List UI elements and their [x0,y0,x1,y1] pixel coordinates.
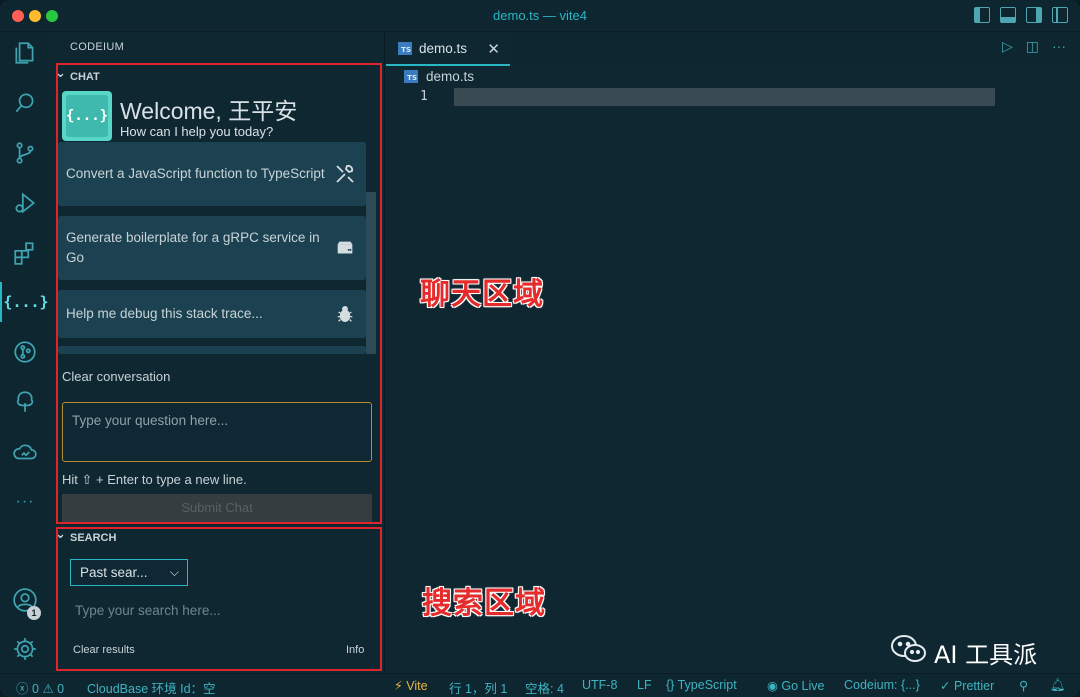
toggle-secondary-sidebar-icon[interactable] [1026,7,1042,23]
sidebar-title: CODEIUM [70,41,125,53]
status-bar: ⓧ 0 ⚠ 0 CloudBase 环境 Id：空 ⚡ Vite 行 1，列 1… [0,673,1080,697]
braces-icon: {} [666,678,675,692]
git-graph-icon[interactable] [0,332,50,372]
go-live-label: Go Live [781,679,825,693]
run-debug-icon[interactable] [0,183,50,223]
lightning-icon: ⚡ [394,679,403,693]
run-icon[interactable]: ▷ [1002,38,1013,55]
prettier-status[interactable]: ✓ Prettier [940,678,994,693]
explorer-icon[interactable] [0,33,50,73]
chat-area-annotation: 聊天区域 [420,277,544,312]
cloudbase-status[interactable]: CloudBase 环境 Id：空 [87,678,216,697]
error-icon: ⓧ [16,682,29,696]
search-area-annotation: 搜索区域 [422,586,546,621]
warning-count: 0 [57,682,65,696]
extensions-icon[interactable] [0,233,50,273]
language-label: TypeScript [677,678,737,692]
eol-status[interactable]: LF [637,678,652,692]
vite-status[interactable]: ⚡ Vite [394,678,428,693]
codeium-status[interactable]: Codeium: {...} [844,678,920,692]
editor-area: TS demo.ts ✕ ▷ ◫ ··· TS demo.ts 1 聊天区域 搜… [386,32,1080,673]
editor-tab-bar: TS demo.ts ✕ ▷ ◫ ··· [386,32,1080,66]
source-control-icon[interactable] [0,133,50,173]
more-icon[interactable]: ··· [0,482,50,522]
indentation-status[interactable]: 空格: 4 [525,678,564,697]
more-actions-icon[interactable]: ··· [1052,38,1066,55]
title-bar: demo.ts — vite4 [0,0,1080,32]
encoding-status[interactable]: UTF-8 [582,678,617,692]
watermark: AI 工具派 [890,634,1037,670]
notifications-bell-icon[interactable]: 🔔︎ [1050,678,1066,693]
tree-icon[interactable] [0,382,50,422]
settings-gear-icon[interactable] [0,629,50,669]
chat-area-highlight [56,63,382,524]
watermark-text: AI 工具派 [934,640,1038,669]
typescript-file-icon: TS [398,41,412,55]
error-count: 0 [32,682,39,696]
tab-demo-ts[interactable]: TS demo.ts ✕ [386,32,510,66]
toggle-panel-icon[interactable] [1000,7,1016,23]
account-icon[interactable]: 1 [0,580,50,620]
prettier-label: Prettier [953,679,995,693]
split-editor-icon[interactable]: ◫ [1026,38,1039,55]
search-icon[interactable] [0,83,50,123]
breadcrumb: TS demo.ts [404,69,474,84]
breadcrumb-file[interactable]: demo.ts [426,69,474,84]
customize-layout-icon[interactable] [1052,7,1068,23]
tab-label: demo.ts [419,40,468,56]
line-number: 1 [420,89,428,104]
language-mode[interactable]: {} TypeScript [666,678,737,692]
codeium-sidebar: CODEIUM CHAT {...} Welcome, 王平安 How can … [50,32,385,673]
broadcast-icon: ◉ [767,679,778,693]
window-title: demo.ts — vite4 [493,8,587,23]
activity-bar: {...} ··· 1 [0,32,50,673]
current-line-highlight[interactable] [454,88,995,106]
problems-indicator[interactable]: ⓧ 0 ⚠ 0 [16,678,64,697]
check-double-icon: ✓ [940,679,951,693]
search-area-highlight [56,527,382,671]
cloud-icon[interactable] [0,432,50,472]
account-badge: 1 [27,606,41,620]
feedback-icon[interactable]: ⚲ [1019,678,1028,693]
toggle-primary-sidebar-icon[interactable] [974,7,990,23]
layout-controls [974,7,1068,23]
warning-icon: ⚠ [42,682,54,696]
codeium-icon[interactable]: {...} [0,282,50,322]
vite-label: Vite [406,679,428,693]
cursor-position[interactable]: 行 1，列 1 [449,678,507,697]
go-live-button[interactable]: ◉ Go Live [767,678,825,693]
wechat-icon [890,634,928,670]
close-icon[interactable]: ✕ [487,40,500,58]
vscode-window: demo.ts — vite4 {...} ··· 1 CODEIUM ⌄ CH… [0,0,1080,697]
editor-actions: ▷ ◫ ··· [1002,38,1066,55]
typescript-file-icon: TS [404,70,418,83]
